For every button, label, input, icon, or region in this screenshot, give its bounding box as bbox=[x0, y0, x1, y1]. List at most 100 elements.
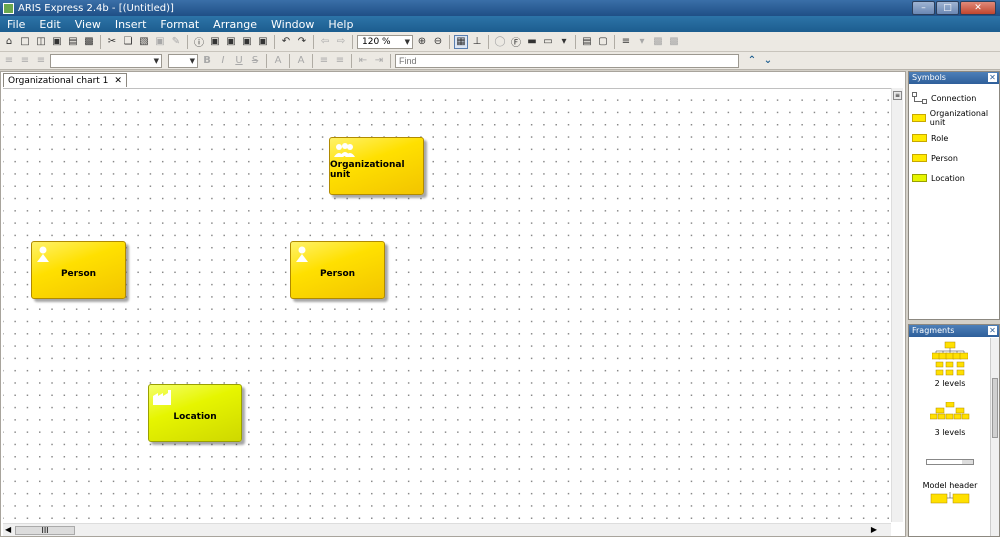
font-color-icon[interactable]: A bbox=[271, 54, 285, 68]
find-previous-icon[interactable]: ⌃ bbox=[745, 54, 759, 68]
align-dropdown-icon[interactable]: ▾ bbox=[635, 35, 649, 49]
fragment-model-header[interactable]: Model header bbox=[909, 457, 991, 504]
horizontal-scrollbar[interactable]: ◀ III ▶ bbox=[3, 523, 891, 536]
menu-edit[interactable]: Edit bbox=[32, 18, 67, 31]
person-swatch bbox=[912, 154, 927, 162]
group-icon[interactable]: ▩ bbox=[651, 35, 665, 49]
fragment-3-levels[interactable]: 3 levels bbox=[909, 402, 991, 437]
outdent-icon[interactable]: ⇤ bbox=[356, 54, 370, 68]
close-icon[interactable]: ✕ bbox=[988, 326, 997, 335]
align-icon[interactable]: ≡ bbox=[619, 35, 633, 49]
menu-help[interactable]: Help bbox=[321, 18, 360, 31]
strikethrough-icon[interactable]: S bbox=[248, 54, 262, 68]
export-image-icon[interactable]: ▣ bbox=[208, 35, 222, 49]
scroll-left-icon[interactable]: ◀ bbox=[5, 525, 11, 534]
undo-icon[interactable]: ↶ bbox=[279, 35, 293, 49]
style-icon[interactable]: ▢ bbox=[596, 35, 610, 49]
tab-organizational-chart-1[interactable]: Organizational chart 1 ✕ bbox=[3, 73, 127, 87]
info-icon[interactable]: ⓘ bbox=[192, 35, 206, 49]
indent-icon[interactable]: ⇥ bbox=[372, 54, 386, 68]
menu-arrange[interactable]: Arrange bbox=[206, 18, 264, 31]
cut-icon[interactable]: ✂ bbox=[105, 35, 119, 49]
menu-view[interactable]: View bbox=[68, 18, 108, 31]
text-format-icon[interactable]: Ⓕ bbox=[509, 35, 523, 49]
symbol-item-role[interactable]: Role bbox=[909, 128, 999, 148]
person-shape[interactable]: Person bbox=[290, 241, 385, 299]
text-align-icon[interactable]: ▬ bbox=[525, 35, 539, 49]
fragments-scrollbar[interactable] bbox=[990, 338, 999, 536]
three-level-chart-icon bbox=[930, 402, 970, 420]
scroll-thumb[interactable] bbox=[992, 378, 998, 438]
toolbar-separator bbox=[575, 34, 576, 49]
paste-icon[interactable]: ▧ bbox=[137, 35, 151, 49]
maximize-button[interactable]: □ bbox=[936, 1, 959, 15]
redo-icon[interactable]: ↷ bbox=[295, 35, 309, 49]
print-icon[interactable]: ▩ bbox=[82, 35, 96, 49]
vertical-scrollbar[interactable]: ≡ bbox=[891, 88, 903, 522]
save-icon[interactable]: ▣ bbox=[50, 35, 64, 49]
symbol-item-location[interactable]: Location bbox=[909, 168, 999, 188]
close-icon[interactable]: ✕ bbox=[988, 73, 997, 82]
menu-lines-icon[interactable]: ≡ bbox=[893, 91, 902, 100]
font-size-select[interactable]: ▼ bbox=[168, 53, 198, 68]
bold-icon[interactable]: B bbox=[200, 54, 214, 68]
home-icon[interactable]: ⌂ bbox=[2, 35, 16, 49]
symbol-item-organizational-unit[interactable]: Organizational unit bbox=[909, 108, 999, 128]
underline-icon[interactable]: U bbox=[232, 54, 246, 68]
text-direction-icon[interactable]: ⊥ bbox=[470, 35, 484, 49]
title-bar: ARIS Express 2.4b - [(Untitled)] – □ ✕ bbox=[0, 0, 1000, 16]
grid-icon[interactable]: ▦ bbox=[454, 34, 468, 49]
organizational-unit-shape[interactable]: Organizational unit bbox=[329, 137, 424, 195]
close-icon[interactable]: ✕ bbox=[114, 76, 122, 86]
model-canvas[interactable]: Organizational unit Person Person Locati… bbox=[3, 88, 891, 522]
back-icon[interactable]: ⇦ bbox=[318, 35, 332, 49]
export-pdf-icon[interactable]: ▣ bbox=[224, 35, 238, 49]
menu-insert[interactable]: Insert bbox=[108, 18, 154, 31]
open-folder-icon[interactable]: ◫ bbox=[34, 35, 48, 49]
menu-window[interactable]: Window bbox=[264, 18, 321, 31]
zoom-select[interactable]: 120 % ▼ bbox=[357, 34, 413, 49]
fragment-2-levels[interactable]: 2 levels bbox=[909, 341, 991, 388]
window-title: ARIS Express 2.4b - [(Untitled)] bbox=[18, 2, 174, 14]
symbol-item-connection[interactable]: Connection bbox=[909, 88, 999, 108]
fragment-preview-icon bbox=[930, 492, 970, 504]
font-family-select[interactable]: ▼ bbox=[50, 53, 162, 68]
forward-icon[interactable]: ⇨ bbox=[334, 35, 348, 49]
toolbar-separator bbox=[187, 34, 188, 49]
properties-icon[interactable]: ▤ bbox=[580, 35, 594, 49]
scroll-right-icon[interactable]: ▶ bbox=[871, 525, 877, 534]
find-next-icon[interactable]: ⌄ bbox=[761, 54, 775, 68]
align-left-icon[interactable]: ≡ bbox=[2, 54, 16, 68]
print-preview-icon[interactable]: ▤ bbox=[66, 35, 80, 49]
align-right-icon[interactable]: ≡ bbox=[34, 54, 48, 68]
export-rtf-icon[interactable]: ▣ bbox=[256, 35, 270, 49]
format-painter-icon[interactable]: ✎ bbox=[169, 35, 183, 49]
bullet-list-icon[interactable]: ≡ bbox=[333, 54, 347, 68]
zoom-in-icon[interactable]: ⊕ bbox=[415, 35, 429, 49]
copy-icon[interactable]: ❏ bbox=[121, 35, 135, 49]
select-icon[interactable]: ◯ bbox=[493, 35, 507, 49]
zoom-value: 120 % bbox=[362, 36, 391, 47]
person-shape[interactable]: Person bbox=[31, 241, 126, 299]
location-shape[interactable]: Location bbox=[148, 384, 242, 442]
symbol-label: Person bbox=[931, 153, 958, 163]
find-input[interactable] bbox=[395, 53, 739, 68]
numbered-list-icon[interactable]: ≡ bbox=[317, 54, 331, 68]
align-center-icon[interactable]: ≡ bbox=[18, 54, 32, 68]
minimize-button[interactable]: – bbox=[912, 1, 935, 15]
zoom-out-icon[interactable]: ⊖ bbox=[431, 35, 445, 49]
delete-icon[interactable]: ▣ bbox=[153, 35, 167, 49]
export-pdf2-icon[interactable]: ▣ bbox=[240, 35, 254, 49]
symbol-item-person[interactable]: Person bbox=[909, 148, 999, 168]
menu-format[interactable]: Format bbox=[153, 18, 206, 31]
text-highlight-icon[interactable]: A bbox=[294, 54, 308, 68]
chevron-down-icon: ▼ bbox=[189, 56, 195, 65]
scroll-thumb[interactable]: III bbox=[15, 526, 75, 535]
new-document-icon[interactable]: □ bbox=[18, 35, 32, 49]
menu-file[interactable]: File bbox=[0, 18, 32, 31]
fill-color-icon[interactable]: ▭ bbox=[541, 35, 555, 49]
ungroup-icon[interactable]: ▩ bbox=[667, 35, 681, 49]
close-button[interactable]: ✕ bbox=[960, 1, 996, 15]
fill-dropdown-icon[interactable]: ▾ bbox=[557, 35, 571, 49]
italic-icon[interactable]: I bbox=[216, 54, 230, 68]
